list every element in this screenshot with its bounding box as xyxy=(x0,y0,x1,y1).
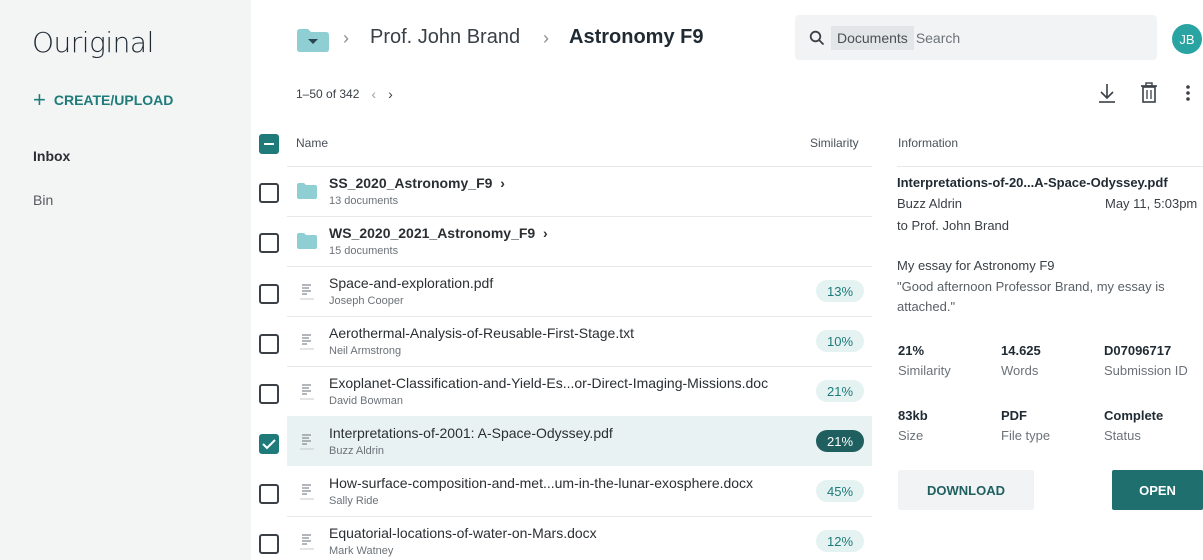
row-title[interactable]: Aerothermal-Analysis-of-Reusable-First-S… xyxy=(329,325,634,341)
download-icon[interactable] xyxy=(1097,82,1117,104)
document-icon xyxy=(300,534,314,550)
sidebar-item-bin[interactable]: Bin xyxy=(33,192,53,208)
search-scope[interactable]: Documents xyxy=(831,25,914,50)
stat-submission-id-value: D07096717 xyxy=(1104,343,1172,358)
table-row-selected[interactable] xyxy=(287,416,872,466)
divider xyxy=(287,366,872,367)
document-icon xyxy=(300,334,314,350)
row-title[interactable]: Equatorial-locations-of-water-on-Mars.do… xyxy=(329,525,597,541)
stat-status-value: Complete xyxy=(1104,408,1164,423)
similarity-badge: 21% xyxy=(816,430,864,452)
row-title[interactable]: Space-and-exploration.pdf xyxy=(329,275,493,291)
row-title[interactable]: SS_2020_Astronomy_F9 › xyxy=(329,175,505,191)
select-all-checkbox[interactable] xyxy=(259,134,279,154)
document-icon xyxy=(300,484,314,500)
document-icon xyxy=(300,434,314,450)
divider xyxy=(287,166,872,167)
sidebar-item-inbox[interactable]: Inbox xyxy=(33,148,70,164)
chevron-right-icon[interactable]: › xyxy=(388,86,393,102)
stat-words-value: 14.625 xyxy=(1001,343,1041,358)
stat-size-label: Size xyxy=(898,428,924,443)
search-bar[interactable]: Documents xyxy=(795,15,1157,60)
breadcrumb-separator: › xyxy=(543,28,549,48)
row-subtitle: 15 documents xyxy=(329,245,399,257)
similarity-badge: 45% xyxy=(816,480,864,502)
divider xyxy=(287,516,872,517)
breadcrumb-separator: › xyxy=(343,28,349,48)
plus-icon: + xyxy=(33,87,46,112)
row-subtitle: Joseph Cooper xyxy=(329,295,404,307)
stat-file-type-value: PDF xyxy=(1001,408,1027,423)
column-header-name[interactable]: Name xyxy=(296,136,328,150)
stat-submission-id-label: Submission ID xyxy=(1104,363,1188,378)
row-subtitle: Mark Watney xyxy=(329,545,394,557)
trash-icon[interactable] xyxy=(1140,82,1158,104)
similarity-badge: 13% xyxy=(816,280,864,302)
document-icon xyxy=(300,284,314,300)
row-subtitle: 13 documents xyxy=(329,195,399,207)
row-subtitle: Sally Ride xyxy=(329,495,379,507)
folder-icon xyxy=(297,233,317,249)
row-subtitle: Buzz Aldrin xyxy=(329,445,385,457)
row-checkbox[interactable] xyxy=(259,284,279,304)
stat-similarity-label: Similarity xyxy=(898,363,951,378)
info-recipient: to Prof. John Brand xyxy=(897,218,1010,233)
row-checkbox[interactable] xyxy=(259,534,279,554)
app-logo[interactable]: Ouriginal xyxy=(32,26,154,59)
info-author: Buzz Aldrin xyxy=(897,196,963,211)
column-header-similarity[interactable]: Similarity xyxy=(810,136,859,150)
search-input[interactable] xyxy=(915,29,1116,46)
row-checkbox[interactable] xyxy=(259,484,279,504)
document-icon xyxy=(300,384,314,400)
info-filename: Interpretations-of-20...A-Space-Odyssey.… xyxy=(897,175,1168,190)
chevron-left-icon[interactable]: ‹ xyxy=(371,86,376,102)
sidebar: Ouriginal + CREATE/UPLOAD Inbox Bin xyxy=(0,0,251,560)
pagination: 1–50 of 342 ‹ › xyxy=(296,86,393,102)
divider xyxy=(287,216,872,217)
open-button[interactable]: OPEN xyxy=(1112,470,1203,510)
download-button[interactable]: DOWNLOAD xyxy=(898,470,1034,510)
row-checkbox[interactable] xyxy=(259,384,279,404)
row-title[interactable]: WS_2020_2021_Astronomy_F9 › xyxy=(329,225,548,241)
breadcrumb-current: Astronomy F9 xyxy=(569,26,704,48)
info-subject: My essay for Astronomy F9 xyxy=(897,258,1055,273)
search-icon xyxy=(809,30,825,45)
avatar[interactable]: JB xyxy=(1172,24,1202,54)
folder-icon xyxy=(297,183,317,199)
divider xyxy=(287,266,872,267)
stat-status-label: Status xyxy=(1104,428,1141,443)
pagination-range: 1–50 of 342 xyxy=(296,87,360,101)
folder-dropdown-icon[interactable] xyxy=(295,27,331,53)
info-message: "Good afternoon Professor Brand, my essa… xyxy=(897,279,1165,314)
create-upload-label: CREATE/UPLOAD xyxy=(53,92,174,108)
stat-file-type-label: File type xyxy=(1001,428,1051,443)
row-title[interactable]: Exoplanet-Classification-and-Yield-Es...… xyxy=(329,375,768,391)
column-header-information: Information xyxy=(898,136,959,150)
divider xyxy=(287,316,872,317)
stat-similarity-value: 21% xyxy=(898,343,925,358)
breadcrumb-parent[interactable]: Prof. John Brand xyxy=(370,26,520,49)
stat-size-value: 83kb xyxy=(898,408,928,423)
similarity-badge: 21% xyxy=(816,380,864,402)
info-date: May 11, 5:03pm xyxy=(1105,196,1198,211)
row-checkbox-checked[interactable] xyxy=(259,434,279,454)
check-icon xyxy=(262,439,276,450)
more-vertical-icon[interactable] xyxy=(1183,82,1193,104)
row-title[interactable]: Interpretations-of-2001: A-Space-Odyssey… xyxy=(329,425,613,441)
similarity-badge: 12% xyxy=(816,530,864,552)
stat-words-label: Words xyxy=(1001,363,1039,378)
row-checkbox[interactable] xyxy=(259,233,279,253)
divider xyxy=(897,166,1203,167)
row-checkbox[interactable] xyxy=(259,334,279,354)
row-title[interactable]: How-surface-composition-and-met...um-in-… xyxy=(329,475,753,491)
similarity-badge: 10% xyxy=(816,330,864,352)
row-subtitle: Neil Armstrong xyxy=(329,345,402,357)
create-upload-button[interactable]: + CREATE/UPLOAD xyxy=(33,87,174,112)
row-subtitle: David Bowman xyxy=(329,395,403,407)
row-checkbox[interactable] xyxy=(259,183,279,203)
